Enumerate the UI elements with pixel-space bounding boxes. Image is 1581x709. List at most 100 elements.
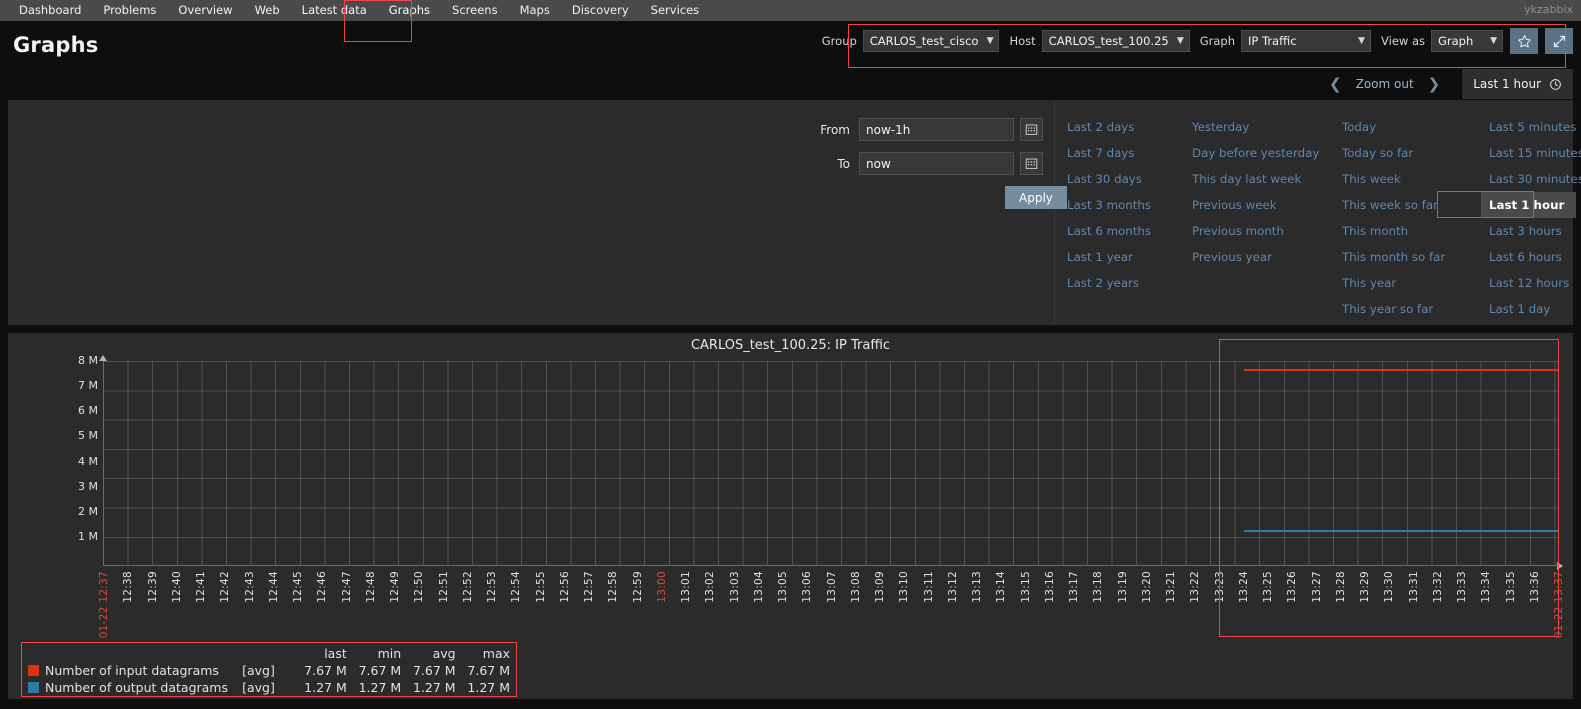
legend-table: last min avg max Number of input datagra… — [28, 646, 510, 696]
quick-range-yesterday[interactable]: Yesterday — [1192, 114, 1342, 140]
chart-legend: last min avg max Number of input datagra… — [21, 642, 517, 697]
x-axis-tick-label: 12:49 — [389, 571, 401, 603]
quick-range-last-7-days[interactable]: Last 7 days — [1067, 140, 1192, 166]
legend-aggregation: [avg] — [242, 680, 275, 695]
x-axis-tick-label: 13:35 — [1504, 571, 1517, 603]
sidebar-item-dashboard[interactable]: Dashboard — [8, 0, 92, 21]
legend-max-value: 1.27 M — [467, 680, 510, 695]
quick-range-last-3-months[interactable]: Last 3 months — [1067, 192, 1192, 218]
quick-range-this-year-so-far[interactable]: This year so far — [1342, 296, 1489, 322]
legend-aggregation: [avg] — [242, 663, 275, 678]
x-axis-tick-label: 12:51 — [437, 571, 450, 603]
sidebar-item-maps[interactable]: Maps — [509, 0, 561, 21]
user-name-label[interactable]: ykzabbix — [1524, 3, 1573, 16]
sidebar-item-latest-data[interactable]: Latest data — [291, 0, 378, 21]
to-calendar-button[interactable] — [1020, 152, 1043, 175]
x-axis-tick-label: 12:44 — [267, 571, 280, 603]
sidebar-item-problems[interactable]: Problems — [92, 0, 167, 21]
quick-range-previous-month[interactable]: Previous month — [1192, 218, 1342, 244]
x-axis-tick-label: 13:05 — [777, 571, 789, 603]
from-row: From — [8, 118, 1054, 141]
from-calendar-button[interactable] — [1020, 118, 1043, 141]
x-axis-tick-label: 13:22 — [1189, 571, 1202, 603]
x-axis-tick-label: 13:15 — [1019, 571, 1032, 603]
quick-range-last-5-minutes[interactable]: Last 5 minutes — [1489, 114, 1581, 140]
quick-range-this-month-so-far[interactable]: This month so far — [1342, 244, 1489, 270]
quick-range-column-3: Today Today so far This week This week s… — [1342, 114, 1489, 325]
quick-range-this-week[interactable]: This week — [1342, 166, 1489, 192]
x-axis-tick-label: 13:36 — [1528, 571, 1541, 603]
y-axis-tick-label: 6 M — [78, 404, 98, 418]
legend-header-max: max — [482, 646, 510, 661]
sidebar-item-services[interactable]: Services — [640, 0, 711, 21]
time-prev-button[interactable]: ❮ — [1315, 76, 1356, 92]
sidebar-item-web[interactable]: Web — [244, 0, 291, 21]
graph-select[interactable]: IP Traffic ▼ — [1241, 30, 1372, 52]
quick-range-last-1-year[interactable]: Last 1 year — [1067, 244, 1192, 270]
sidebar-item-graphs[interactable]: Graphs — [378, 0, 441, 21]
legend-min-value: 1.27 M — [358, 680, 402, 695]
group-select-value: CARLOS_test_cisco — [869, 34, 979, 48]
quick-range-this-week-so-far[interactable]: This week so far — [1342, 192, 1489, 218]
quick-range-last-6-months[interactable]: Last 6 months — [1067, 218, 1192, 244]
from-label: From — [820, 122, 850, 137]
expand-icon — [1553, 35, 1565, 47]
legend-body: Number of input datagrams [avg] 7.67 M 7… — [28, 662, 510, 696]
x-axis-tick-label: 12:38 — [122, 571, 135, 603]
time-range-tab[interactable]: Last 1 hour — [1462, 69, 1573, 99]
host-select[interactable]: CARLOS_test_100.25 ▼ — [1041, 30, 1190, 52]
to-row: To — [8, 152, 1054, 175]
quick-range-last-3-hours[interactable]: Last 3 hours — [1489, 218, 1581, 244]
quick-range-last-2-years[interactable]: Last 2 years — [1067, 270, 1192, 296]
nav-item-wrapper-1: Problems — [92, 0, 167, 21]
x-axis-tick-label: 13:08 — [849, 571, 862, 603]
quick-range-last-2-days[interactable]: Last 2 days — [1067, 114, 1192, 140]
quick-range-last-1-hour[interactable]: Last 1 hour — [1481, 192, 1576, 218]
favorite-button[interactable] — [1510, 28, 1538, 54]
x-axis-tick-label: 13:20 — [1140, 571, 1153, 603]
chevron-down-icon: ▼ — [1176, 36, 1184, 46]
to-input[interactable] — [859, 152, 1014, 175]
group-select[interactable]: CARLOS_test_cisco ▼ — [862, 30, 1000, 52]
quick-range-today[interactable]: Today — [1342, 114, 1489, 140]
from-input[interactable] — [859, 118, 1014, 141]
legend-last-value: 7.67 M — [304, 663, 347, 678]
view-as-select[interactable]: Graph ▼ — [1431, 30, 1503, 52]
legend-avg-value: 7.67 M — [412, 663, 456, 678]
legend-header-row: last min avg max — [28, 646, 510, 662]
graph-panel: CARLOS_test_100.25: IP Traffic 1 M 2 M 3 M… — [8, 333, 1573, 699]
x-axis-tick-label: 12:59 — [631, 571, 644, 603]
quick-range-this-day-last-week[interactable]: This day last week — [1192, 166, 1342, 192]
chevron-down-icon: ▼ — [986, 36, 994, 46]
quick-range-this-month[interactable]: This month — [1342, 218, 1489, 244]
sidebar-item-discovery[interactable]: Discovery — [561, 0, 640, 21]
quick-range-last-15-minutes[interactable]: Last 15 minutes — [1489, 140, 1581, 166]
x-axis-tick-label: 13:06 — [801, 571, 814, 603]
quick-range-last-6-hours[interactable]: Last 6 hours — [1489, 244, 1581, 270]
time-next-button[interactable]: ❯ — [1414, 76, 1455, 92]
quick-range-today-so-far[interactable]: Today so far — [1342, 140, 1489, 166]
quick-range-this-year[interactable]: This year — [1342, 270, 1489, 296]
view-as-label: View as — [1381, 34, 1425, 48]
kiosk-mode-button[interactable] — [1545, 28, 1573, 54]
x-axis-tick-label: 13:12 — [946, 571, 959, 603]
sidebar-item-screens[interactable]: Screens — [441, 0, 509, 21]
quick-range-last-12-hours[interactable]: Last 12 hours — [1489, 270, 1581, 296]
x-axis-tick-label: 13:09 — [874, 571, 886, 603]
zoom-out-button[interactable]: Zoom out — [1356, 77, 1414, 91]
calendar-icon — [1025, 158, 1038, 169]
quick-range-day-before-yesterday[interactable]: Day before yesterday — [1192, 140, 1342, 166]
x-axis-tick-label: 13:33 — [1456, 571, 1468, 603]
quick-range-previous-week[interactable]: Previous week — [1192, 192, 1342, 218]
quick-range-last-1-day[interactable]: Last 1 day — [1489, 296, 1581, 322]
chart-plot-area[interactable] — [103, 361, 1559, 566]
quick-range-previous-year[interactable]: Previous year — [1192, 244, 1342, 270]
x-axis-tick-label: 13:30 — [1383, 571, 1396, 603]
nav-item-wrapper-2: Overview — [167, 0, 243, 21]
legend-series-label: Number of input datagrams — [45, 663, 219, 678]
x-axis-tick-label: 12:50 — [413, 571, 426, 603]
x-axis-tick-label: 13:18 — [1092, 571, 1105, 603]
quick-range-last-30-days[interactable]: Last 30 days — [1067, 166, 1192, 192]
quick-range-last-30-minutes[interactable]: Last 30 minutes — [1489, 166, 1581, 192]
sidebar-item-overview[interactable]: Overview — [167, 0, 243, 21]
